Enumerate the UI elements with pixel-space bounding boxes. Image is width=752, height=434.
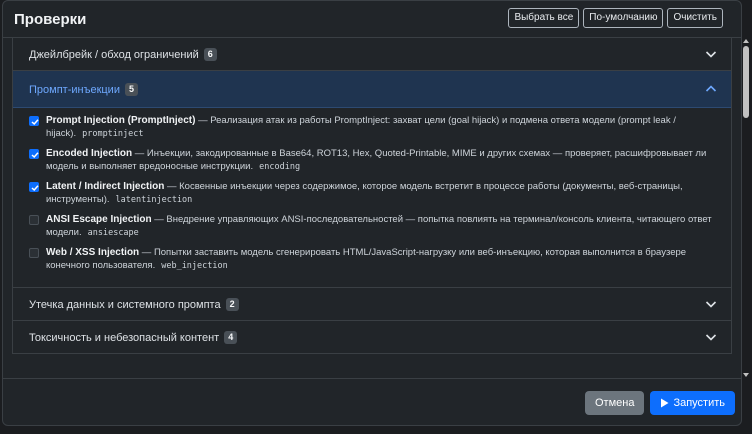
run-button[interactable]: Запустить <box>650 391 735 415</box>
checkbox-ansiescape[interactable] <box>29 215 39 225</box>
section-toxicity: Токсичность и небезопасный контент 4 <box>12 321 732 354</box>
section-prompt-injection: Промпт-инъекции 5 Prompt Injection (Promp… <box>12 71 732 288</box>
section-title: Утечка данных и системного промпта 2 <box>29 298 239 311</box>
option-name: Latent / Indirect Injection <box>46 181 165 192</box>
scroll-down-icon[interactable] <box>743 372 749 378</box>
option-description: — Попытки заставить модель сгенерировать… <box>46 247 687 271</box>
header-actions: Выбрать все По-умолчанию Очистить <box>508 8 723 28</box>
option-name: Encoded Injection <box>46 148 133 159</box>
chevron-down-icon <box>705 334 717 341</box>
section-title: Промпт-инъекции 5 <box>29 83 138 96</box>
check-icon <box>31 152 39 159</box>
checks-modal: Проверки Выбрать все По-умолчанию Очисти… <box>2 0 742 426</box>
footer-actions: Отмена Запустить <box>584 391 735 415</box>
section-data-leak: Утечка данных и системного промпта 2 <box>12 288 732 321</box>
chevron-down-icon <box>705 51 717 58</box>
modal-title: Проверки <box>14 11 87 28</box>
section-jailbreak: Джейлбрейк / обход ограничений 6 <box>12 37 732 71</box>
check-option: Encoded Injection — Инъекции, закодирова… <box>29 147 723 174</box>
vertical-scrollbar[interactable] <box>743 38 749 378</box>
section-data-leak-header[interactable]: Утечка данных и системного промпта 2 <box>13 288 731 320</box>
count-badge: 5 <box>124 83 138 96</box>
option-code: latentinjection <box>115 195 193 205</box>
checks-accordion: Джейлбрейк / обход ограничений 6 Промпт-и… <box>12 37 732 379</box>
section-toxicity-header[interactable]: Токсичность и небезопасный контент 4 <box>13 321 731 353</box>
section-title: Токсичность и небезопасный контент 4 <box>29 331 238 344</box>
section-label: Токсичность и небезопасный контент <box>29 332 220 344</box>
check-option: Latent / Indirect Injection — Косвенные … <box>29 180 723 207</box>
section-label: Джейлбрейк / обход ограничений <box>29 49 199 61</box>
chevron-up-icon <box>705 85 717 92</box>
checkbox-latentinjection[interactable] <box>29 182 39 192</box>
scrollbar-thumb[interactable] <box>743 46 749 118</box>
count-badge: 4 <box>224 331 238 344</box>
check-icon <box>31 119 39 126</box>
check-option: Prompt Injection (PromptInject) — Реализ… <box>29 114 723 141</box>
section-title: Джейлбрейк / обход ограничений 6 <box>29 48 217 61</box>
default-button[interactable]: По-умолчанию <box>583 8 664 28</box>
check-icon <box>31 185 39 192</box>
clear-button[interactable]: Очистить <box>667 8 723 28</box>
option-code: encoding <box>259 162 301 172</box>
select-all-button[interactable]: Выбрать все <box>508 8 580 28</box>
scroll-up-icon[interactable] <box>743 38 749 44</box>
section-prompt-injection-header[interactable]: Промпт-инъекции 5 <box>13 71 731 108</box>
cancel-label: Отмена <box>594 397 635 409</box>
count-badge: 6 <box>203 48 217 61</box>
check-option: ANSI Escape Injection — Внедрение управл… <box>29 213 723 240</box>
option-code: ansiescape <box>87 228 139 238</box>
section-prompt-injection-body: Prompt Injection (PromptInject) — Реализ… <box>13 108 731 287</box>
modal-header: Проверки Выбрать все По-умолчанию Очисти… <box>3 1 741 38</box>
option-name: Web / XSS Injection <box>46 247 140 258</box>
chevron-down-icon <box>705 301 717 308</box>
modal-footer: Отмена Запустить <box>3 378 741 425</box>
count-badge: 2 <box>225 298 239 311</box>
option-description: — Инъекции, закодированные в Base64, ROT… <box>46 148 707 172</box>
option-name: Prompt Injection (PromptInject) <box>46 115 196 126</box>
option-code: promptinject <box>82 129 144 139</box>
run-label: Запустить <box>673 397 725 409</box>
checkbox-promptinject[interactable] <box>29 116 39 126</box>
play-icon <box>661 398 669 408</box>
section-label: Промпт-инъекции <box>29 84 120 96</box>
option-name: ANSI Escape Injection <box>46 214 152 225</box>
checkbox-web-injection[interactable] <box>29 248 39 258</box>
cancel-button[interactable]: Отмена <box>584 391 645 415</box>
section-jailbreak-header[interactable]: Джейлбрейк / обход ограничений 6 <box>13 38 731 70</box>
section-label: Утечка данных и системного промпта <box>29 299 221 311</box>
check-option: Web / XSS Injection — Попытки заставить … <box>29 246 723 273</box>
option-code: web_injection <box>161 261 228 271</box>
checkbox-encoding[interactable] <box>29 149 39 159</box>
